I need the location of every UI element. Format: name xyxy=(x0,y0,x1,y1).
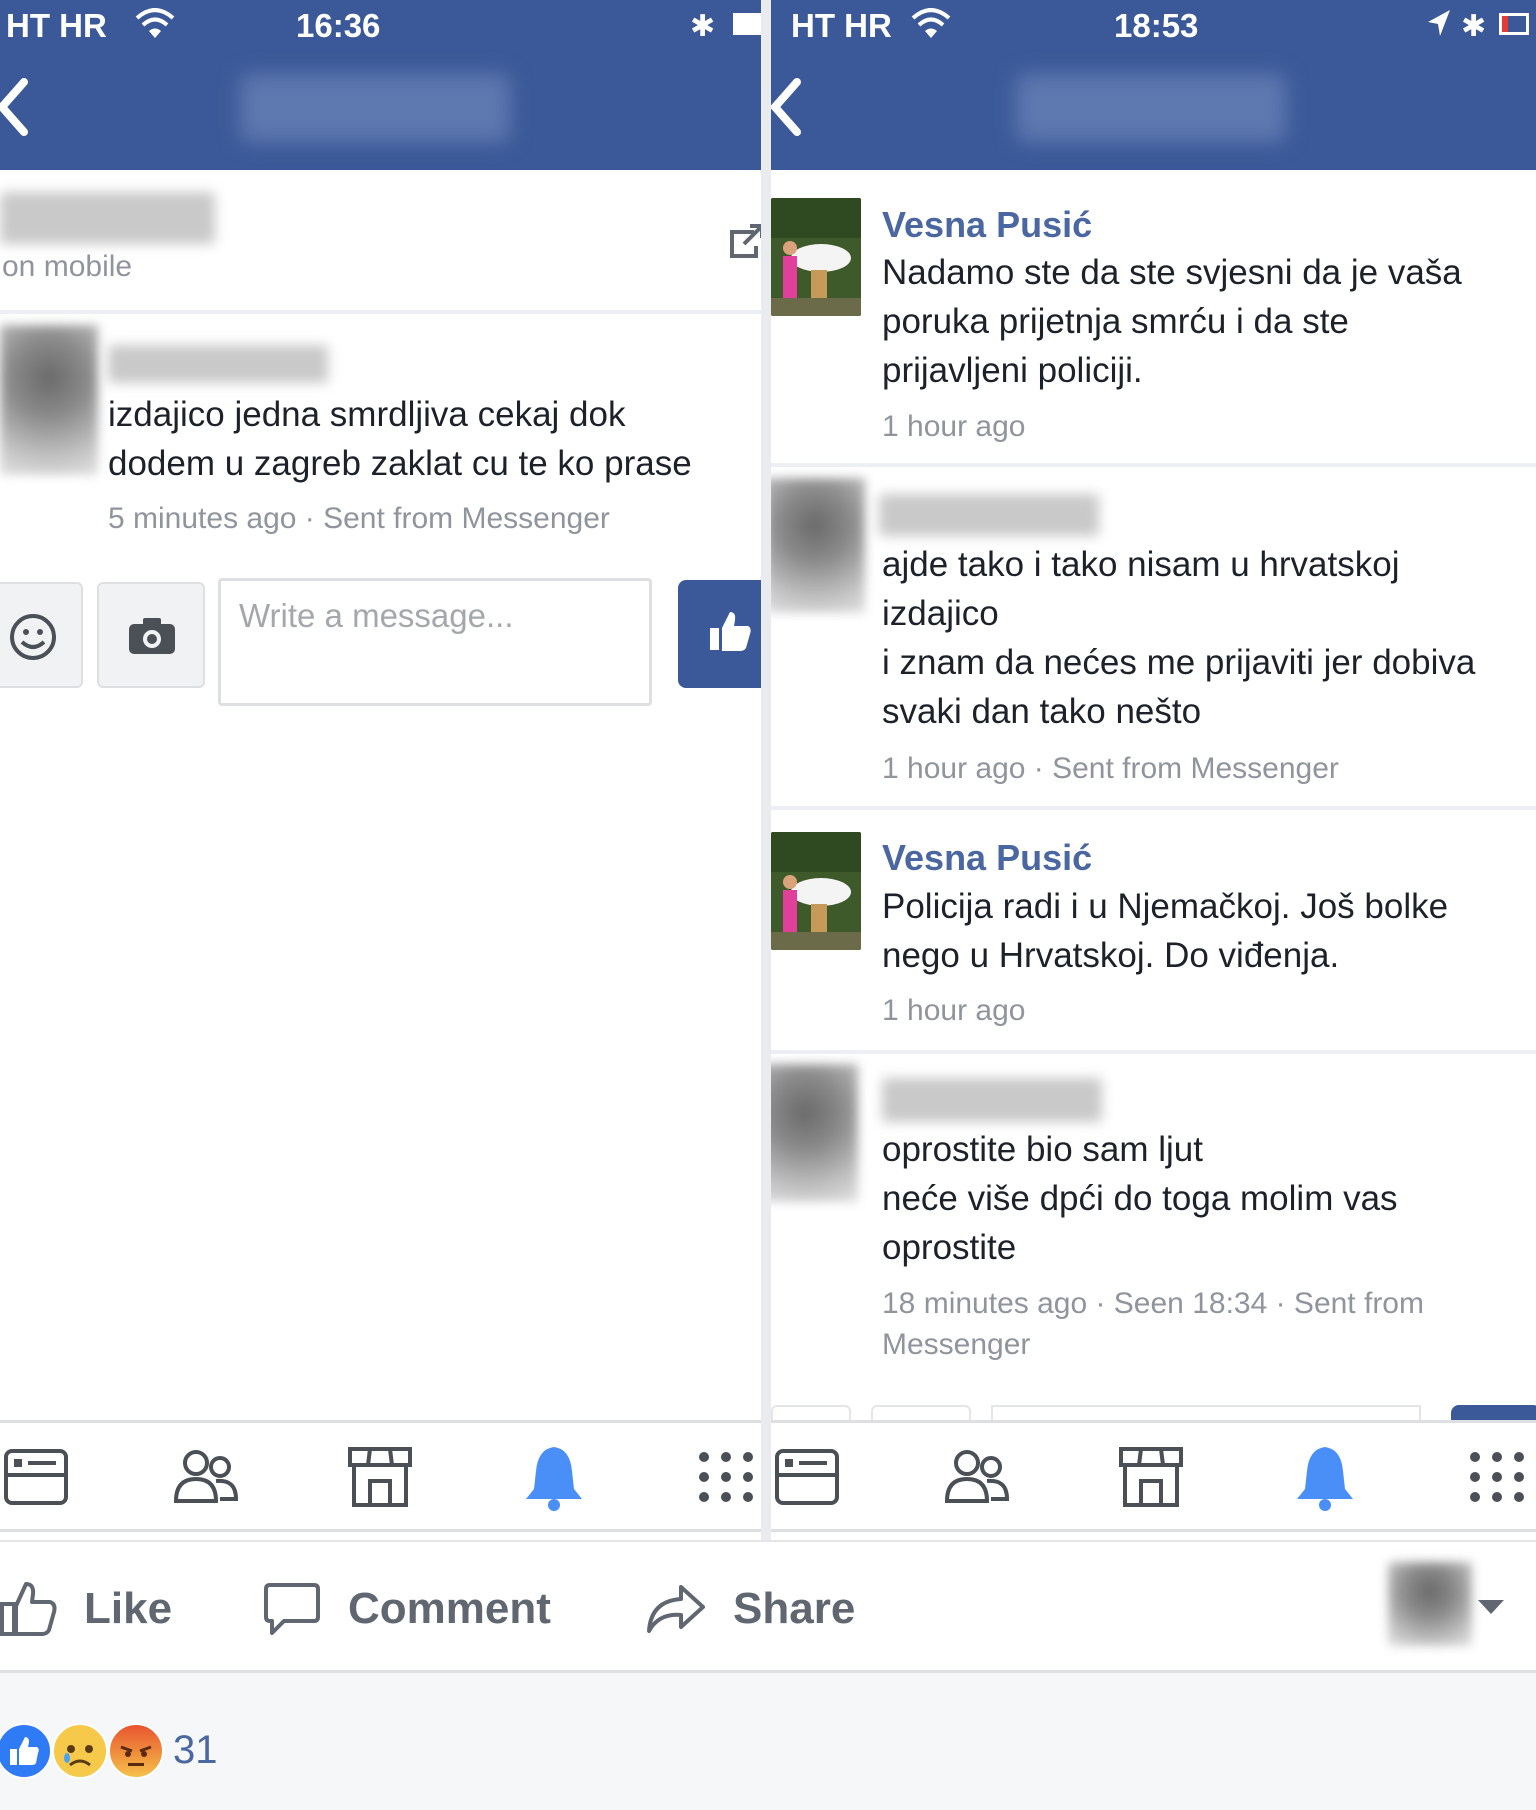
message-text: ajde tako i tako nisam u hrvatskoj izdaj… xyxy=(882,545,1476,731)
bluetooth-icon: ✱ xyxy=(1461,10,1487,43)
message-text: Nadamo ste da ste svjesni da je vaša por… xyxy=(882,253,1462,390)
bluetooth-icon: ✱ xyxy=(690,10,716,43)
presence-subtitle: on mobile xyxy=(2,250,133,283)
camera-icon xyxy=(129,618,175,654)
comment-bubble-icon xyxy=(264,1582,320,1635)
message-meta: 1 hour ago xyxy=(882,994,1026,1027)
sender-name-redacted xyxy=(879,494,1099,536)
like-reaction-icon xyxy=(0,1723,52,1779)
conversation-title-redacted xyxy=(1016,74,1286,142)
message-text: izdajico jedna smrdljiva cekaj dok dodem… xyxy=(108,395,692,483)
send-like-button[interactable] xyxy=(678,580,761,688)
share-arrow-icon xyxy=(647,1584,705,1633)
divider xyxy=(0,310,761,314)
status-bar: HT HR 18:53 ✱ xyxy=(771,0,1536,52)
sad-reaction-icon xyxy=(52,1723,108,1779)
carrier-label: HT HR xyxy=(6,7,107,44)
battery-low-icon xyxy=(1499,13,1529,35)
marketplace-icon[interactable] xyxy=(344,1441,416,1513)
like-label: Like xyxy=(84,1583,173,1633)
notifications-bell-icon[interactable] xyxy=(518,1441,590,1513)
left-phone-screenshot: HT HR 16:36 ✱ on mobile izdajico jedna s… xyxy=(0,0,761,1540)
like-button[interactable]: Like xyxy=(0,1542,172,1675)
thumbs-up-icon xyxy=(710,612,751,651)
sender-name[interactable]: Vesna Pusić xyxy=(882,204,1092,246)
wifi-icon xyxy=(911,8,951,38)
friends-icon[interactable] xyxy=(170,1441,242,1513)
thumbs-up-outline-icon xyxy=(0,1581,57,1636)
message-text: Policija radi i u Njemačkoj. Još bolke n… xyxy=(882,887,1449,975)
wifi-icon xyxy=(135,8,175,38)
sender-avatar-redacted xyxy=(0,325,98,475)
divider xyxy=(771,463,1536,467)
dropdown-caret-icon[interactable] xyxy=(1476,1598,1506,1616)
news-feed-icon[interactable] xyxy=(771,1441,843,1513)
location-arrow-icon xyxy=(1428,10,1450,36)
carrier-label: HT HR xyxy=(791,7,892,44)
back-chevron-icon[interactable] xyxy=(771,72,807,142)
comment-label: Comment xyxy=(348,1583,551,1633)
vesna-pusic-avatar xyxy=(771,198,861,316)
news-feed-icon[interactable] xyxy=(0,1441,72,1513)
vesna-pusic-avatar xyxy=(771,832,861,950)
page-avatar-redacted[interactable] xyxy=(1388,1562,1472,1646)
reactions-summary[interactable]: 31 xyxy=(0,1673,1536,1810)
divider xyxy=(771,806,1536,810)
message-meta: 18 minutes ago · Seen 18:34 · Sent from … xyxy=(882,1287,1424,1361)
emoji-button[interactable] xyxy=(0,582,83,688)
menu-grid-icon[interactable] xyxy=(1461,1441,1533,1513)
post-action-row: Like Comment Share xyxy=(0,1540,1536,1673)
bottom-tab-bar xyxy=(0,1420,761,1532)
sender-avatar-redacted xyxy=(771,1064,858,1202)
nav-bar xyxy=(0,52,761,170)
smiley-icon xyxy=(10,614,56,660)
reaction-count[interactable]: 31 xyxy=(173,1728,218,1773)
nav-bar xyxy=(771,52,1536,170)
contact-name-redacted xyxy=(0,192,215,244)
external-link-icon[interactable] xyxy=(728,220,761,260)
panel-divider xyxy=(761,0,771,1540)
status-bar: HT HR 16:36 ✱ xyxy=(0,0,761,52)
comment-button[interactable]: Comment xyxy=(262,1542,551,1675)
divider xyxy=(771,1050,1536,1054)
conversation-title-redacted xyxy=(240,74,510,142)
message-text: oprostite bio sam ljut neće više dpći do… xyxy=(882,1130,1398,1267)
bottom-tab-bar xyxy=(771,1420,1536,1532)
angry-reaction-icon xyxy=(108,1723,164,1779)
camera-button[interactable] xyxy=(97,582,205,688)
right-phone-screenshot: HT HR 18:53 ✱ Vesna Pusić Nadamo ste da … xyxy=(771,0,1536,1540)
sender-name[interactable]: Vesna Pusić xyxy=(882,837,1092,879)
sender-name-redacted xyxy=(882,1078,1102,1122)
sender-name-redacted xyxy=(108,345,328,383)
clock-time: 16:36 xyxy=(296,7,381,44)
sender-avatar-redacted xyxy=(771,478,865,613)
message-meta: 1 hour ago xyxy=(882,410,1026,443)
share-button[interactable]: Share xyxy=(645,1542,855,1675)
clock-time: 18:53 xyxy=(1114,7,1199,44)
friends-icon[interactable] xyxy=(941,1441,1013,1513)
menu-grid-icon[interactable] xyxy=(690,1441,761,1513)
back-chevron-icon[interactable] xyxy=(0,72,34,142)
share-label: Share xyxy=(733,1583,856,1633)
battery-icon xyxy=(733,13,761,35)
notifications-bell-icon[interactable] xyxy=(1289,1441,1361,1513)
marketplace-icon[interactable] xyxy=(1115,1441,1187,1513)
message-input[interactable]: Write a message... xyxy=(218,578,652,706)
message-meta: 1 hour ago · Sent from Messenger xyxy=(882,752,1339,785)
message-meta: 5 minutes ago · Sent from Messenger xyxy=(108,502,610,535)
